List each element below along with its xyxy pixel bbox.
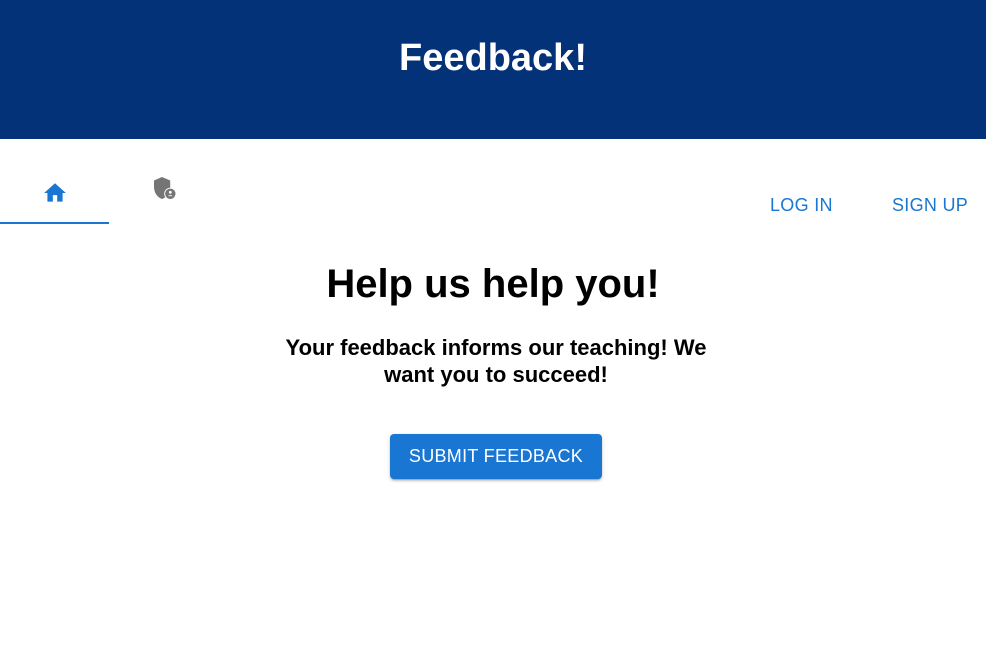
tab-home[interactable] (0, 162, 109, 224)
home-icon (42, 180, 68, 206)
app-title: Feedback! (399, 37, 587, 79)
signup-button[interactable]: SIGN UP (892, 193, 968, 217)
hero-subtitle: Your feedback informs our teaching! We w… (285, 335, 707, 387)
login-button[interactable]: LOG IN (770, 193, 833, 217)
app-header: Feedback! (0, 0, 986, 139)
submit-feedback-button[interactable]: SUBMIT FEEDBACK (390, 434, 602, 479)
admin-shield-icon (152, 176, 176, 202)
tab-admin[interactable] (109, 162, 219, 224)
hero-title: Help us help you! (326, 262, 660, 306)
